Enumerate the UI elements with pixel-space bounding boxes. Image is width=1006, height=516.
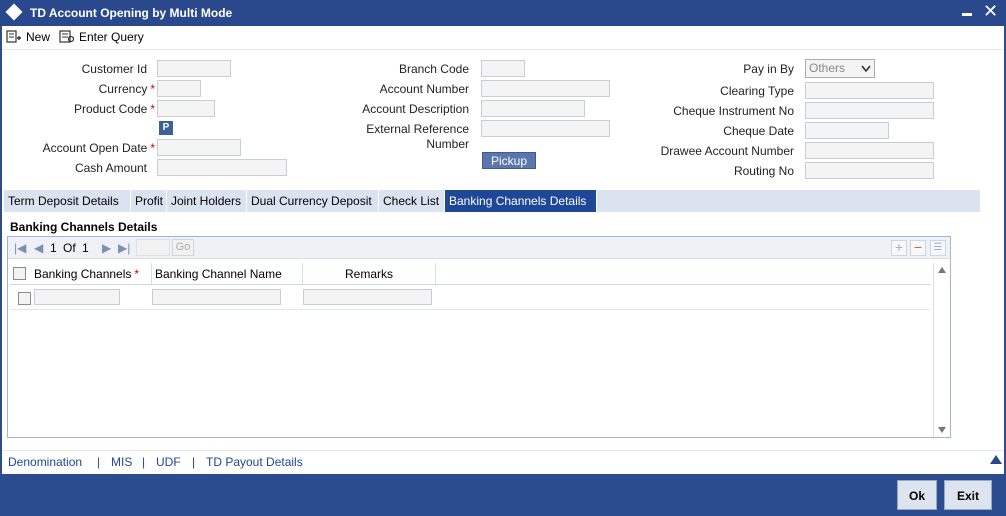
exit-button[interactable]: Exit bbox=[944, 480, 992, 510]
column-banking-channels: Banking Channels * bbox=[32, 263, 152, 285]
grid-header: Banking Channels * Banking Channel Name R… bbox=[10, 263, 930, 285]
account-open-date-field[interactable] bbox=[157, 139, 241, 156]
grid-scrollbar[interactable] bbox=[933, 263, 949, 437]
product-code-label: Product Code * bbox=[73, 102, 155, 116]
mis-link[interactable]: MIS bbox=[111, 455, 132, 469]
routing-no-field[interactable] bbox=[805, 162, 934, 179]
banking-channel-name-cell[interactable] bbox=[152, 289, 281, 305]
page-current: 1 bbox=[50, 241, 57, 255]
row-checkbox[interactable] bbox=[18, 292, 31, 305]
remarks-cell[interactable] bbox=[303, 289, 432, 305]
product-code-field[interactable] bbox=[157, 100, 215, 117]
cash-amount-field[interactable] bbox=[157, 159, 287, 176]
branch-code-label: Branch Code bbox=[398, 62, 469, 76]
tab-term-deposit-details[interactable]: Term Deposit Details bbox=[4, 190, 131, 212]
expand-up-icon[interactable] bbox=[990, 454, 1002, 464]
routing-no-label: Routing No bbox=[733, 164, 794, 178]
tab-banking-channels-details[interactable]: Banking Channels Details bbox=[445, 190, 597, 212]
bottom-bar: Ok Exit bbox=[0, 474, 1006, 516]
toolbar: New Enter Query bbox=[2, 26, 1004, 50]
main-panel: New Enter Query Customer Id Currency * Pr… bbox=[2, 26, 1004, 474]
single-view-icon[interactable]: ☰ bbox=[930, 240, 946, 256]
app-logo-icon bbox=[5, 3, 23, 21]
cheque-instrument-field[interactable] bbox=[805, 102, 934, 119]
scroll-up-icon[interactable] bbox=[938, 267, 946, 273]
cheque-date-field[interactable] bbox=[805, 122, 889, 139]
last-page-icon[interactable]: ▶| bbox=[118, 241, 130, 255]
delete-row-icon[interactable]: − bbox=[910, 240, 926, 256]
cheque-date-label: Cheque Date bbox=[723, 124, 794, 138]
account-open-date-label: Account Open Date * bbox=[42, 141, 155, 155]
scroll-down-icon[interactable] bbox=[938, 427, 946, 433]
enter-query-label: Enter Query bbox=[79, 30, 144, 44]
currency-field[interactable] bbox=[157, 80, 201, 97]
window-title: TD Account Opening by Multi Mode bbox=[30, 6, 233, 20]
page-total: 1 bbox=[82, 241, 89, 255]
td-payout-details-link[interactable]: TD Payout Details bbox=[206, 455, 303, 469]
footer-separator: | bbox=[192, 455, 196, 469]
banking-channels-cell[interactable] bbox=[34, 289, 120, 305]
enter-query-button[interactable]: Enter Query bbox=[59, 28, 144, 46]
ok-button[interactable]: Ok bbox=[897, 480, 937, 510]
udf-link[interactable]: UDF bbox=[156, 455, 181, 469]
pay-in-by-label: Pay in By bbox=[743, 62, 794, 76]
grid-pager: |◀ ◀ 1 Of 1 ▶ ▶| Go + − ☰ bbox=[8, 237, 950, 259]
external-reference-label-line2: Number bbox=[426, 137, 469, 151]
account-number-field[interactable] bbox=[481, 80, 610, 97]
prev-page-icon[interactable]: ◀ bbox=[34, 241, 43, 255]
product-lookup-button[interactable]: P bbox=[159, 121, 173, 135]
minimize-icon[interactable] bbox=[962, 13, 972, 16]
title-bar: TD Account Opening by Multi Mode ✕ bbox=[0, 0, 1006, 26]
query-icon bbox=[59, 30, 75, 43]
clearing-type-label: Clearing Type bbox=[720, 84, 794, 98]
column-banking-channel-name: Banking Channel Name bbox=[152, 263, 303, 285]
tab-profit[interactable]: Profit bbox=[131, 190, 167, 212]
column-remarks: Remarks bbox=[303, 263, 436, 285]
tab-joint-holders[interactable]: Joint Holders bbox=[167, 190, 247, 212]
account-description-field[interactable] bbox=[481, 100, 585, 117]
drawee-account-label: Drawee Account Number bbox=[660, 144, 794, 158]
footer-links: Denomination | MIS | UDF | TD Payout Det… bbox=[2, 450, 1004, 472]
banking-channels-grid: |◀ ◀ 1 Of 1 ▶ ▶| Go + − ☰ Banking Channe… bbox=[7, 236, 951, 438]
table-row bbox=[10, 286, 930, 310]
branch-code-field[interactable] bbox=[481, 60, 525, 77]
first-page-icon[interactable]: |◀ bbox=[14, 241, 26, 255]
add-row-icon[interactable]: + bbox=[891, 240, 907, 256]
new-button[interactable]: New bbox=[6, 28, 50, 46]
new-label: New bbox=[26, 30, 51, 44]
clearing-type-field[interactable] bbox=[805, 82, 934, 99]
go-button[interactable]: Go bbox=[172, 239, 194, 256]
currency-label: Currency * bbox=[98, 82, 155, 96]
account-description-label: Account Description bbox=[362, 102, 469, 116]
external-reference-field[interactable] bbox=[481, 120, 610, 137]
customer-id-label: Customer Id bbox=[81, 62, 147, 76]
new-record-icon bbox=[6, 30, 21, 43]
cash-amount-label: Cash Amount bbox=[74, 161, 147, 175]
chevron-down-icon bbox=[861, 65, 871, 73]
drawee-account-field[interactable] bbox=[805, 142, 934, 159]
page-of: Of bbox=[63, 241, 76, 255]
next-page-icon[interactable]: ▶ bbox=[102, 241, 111, 255]
pay-in-by-value: Others bbox=[809, 61, 846, 75]
pay-in-by-select[interactable]: Others bbox=[805, 59, 875, 78]
select-all-checkbox[interactable] bbox=[13, 267, 26, 280]
customer-id-field[interactable] bbox=[157, 60, 231, 77]
section-title: Banking Channels Details bbox=[10, 220, 158, 234]
tab-check-list[interactable]: Check List bbox=[379, 190, 445, 212]
footer-separator: | bbox=[97, 455, 101, 469]
tab-dual-currency-deposit[interactable]: Dual Currency Deposit bbox=[247, 190, 379, 212]
external-reference-label: External Reference bbox=[366, 122, 469, 136]
account-number-label: Account Number bbox=[379, 82, 469, 96]
close-icon[interactable]: ✕ bbox=[983, 2, 998, 20]
page-number-input[interactable] bbox=[136, 239, 170, 256]
footer-separator: | bbox=[142, 455, 146, 469]
tab-bar: Term Deposit Details Profit Joint Holder… bbox=[4, 190, 980, 212]
cheque-instrument-label: Cheque Instrument No bbox=[673, 104, 794, 118]
denomination-link[interactable]: Denomination bbox=[8, 455, 82, 469]
pickup-button[interactable]: Pickup bbox=[482, 152, 536, 169]
